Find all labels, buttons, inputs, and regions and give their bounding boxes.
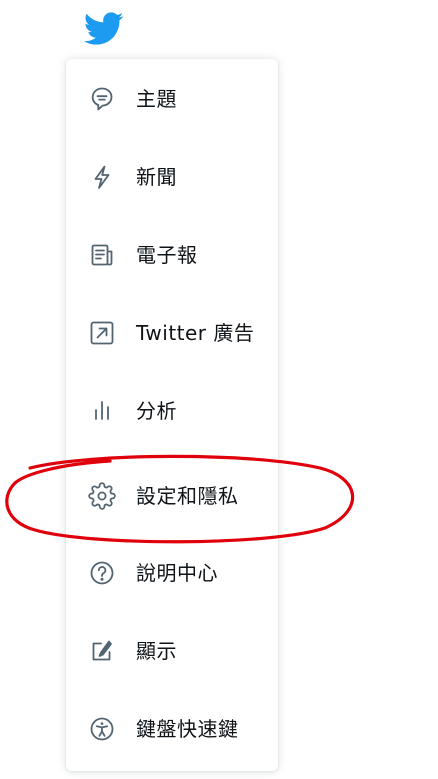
menu-item-keyboard-shortcuts[interactable]: 鍵盤快速鍵 [66, 690, 278, 768]
menu-item-label: 鍵盤快速鍵 [136, 717, 239, 741]
menu-item-help-center[interactable]: 說明中心 [66, 534, 278, 612]
menu-item-label: 設定和隱私 [136, 484, 239, 508]
menu-item-label: 說明中心 [136, 561, 218, 585]
menu-item-twitter-ads[interactable]: Twitter 廣告 [66, 294, 278, 372]
menu-item-label: 分析 [136, 399, 177, 423]
help-icon [88, 559, 116, 587]
menu-item-newsletters[interactable]: 電子報 [66, 216, 278, 294]
newsletter-icon [88, 241, 116, 269]
display-icon [88, 637, 116, 665]
topics-icon [88, 85, 116, 113]
menu-item-label: 電子報 [136, 243, 198, 267]
menu-item-news[interactable]: 新聞 [66, 138, 278, 216]
menu-item-topics[interactable]: 主題 [66, 60, 278, 138]
lightning-icon [88, 163, 116, 191]
menu-item-label: Twitter 廣告 [136, 321, 255, 345]
accessibility-icon [88, 715, 116, 743]
twitter-logo-icon[interactable] [81, 8, 127, 48]
menu-item-label: 新聞 [136, 165, 177, 189]
external-link-icon [88, 319, 116, 347]
menu-item-label: 主題 [136, 87, 177, 111]
menu-item-analytics[interactable]: 分析 [66, 372, 278, 450]
more-menu-dropdown: 主題 新聞 電子報 Twitter 廣告 分析 設定和隱私 說明中心 顯示 鍵盤… [66, 59, 278, 771]
gear-icon [88, 482, 116, 510]
menu-item-label: 顯示 [136, 639, 177, 663]
screenshot-stage: 主題 新聞 電子報 Twitter 廣告 分析 設定和隱私 說明中心 顯示 鍵盤… [0, 0, 438, 779]
analytics-icon [88, 397, 116, 425]
menu-item-display[interactable]: 顯示 [66, 612, 278, 690]
menu-item-settings-and-privacy[interactable]: 設定和隱私 [66, 457, 278, 535]
